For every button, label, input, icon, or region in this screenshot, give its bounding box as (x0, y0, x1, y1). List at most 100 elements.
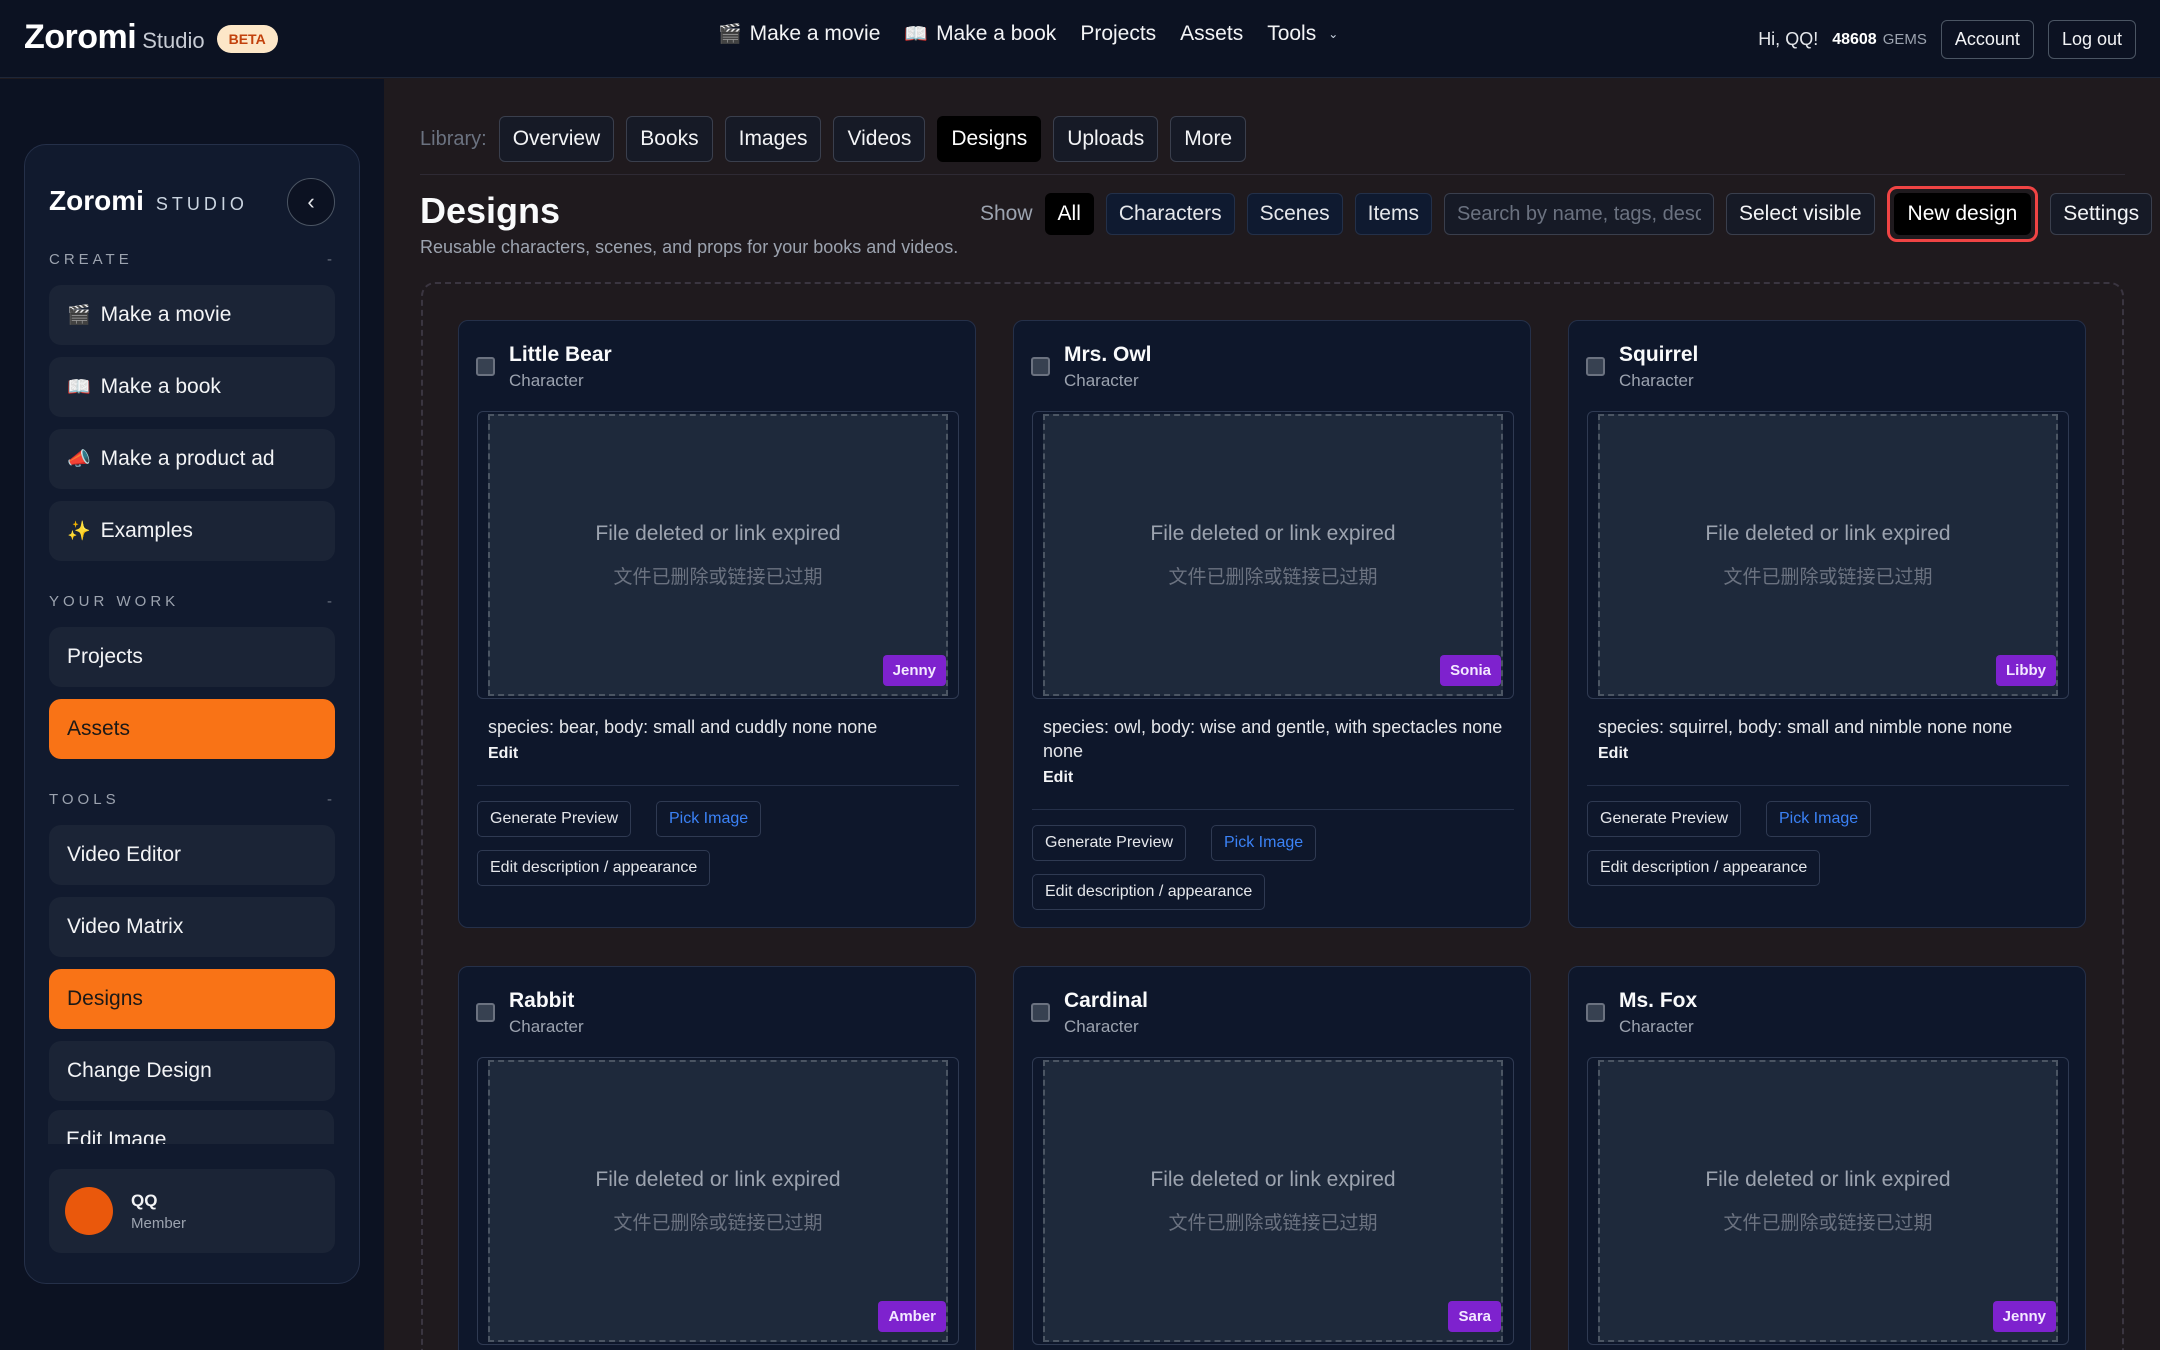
collapse-sidebar-button[interactable]: ‹ (287, 178, 335, 226)
nav-make-movie[interactable]: 🎬 Make a movie (718, 22, 880, 46)
voice-badge: Sara (1448, 1301, 1501, 1332)
filter-all[interactable]: All (1044, 193, 1094, 235)
design-card: Ms. Fox Character File deleted or link e… (1568, 966, 2086, 1350)
sidebar-item-projects[interactable]: Projects (49, 627, 335, 687)
design-type: Character (1619, 371, 1694, 390)
beta-badge: BETA (216, 25, 278, 53)
edit-description-button[interactable]: Edit description / appearance (477, 850, 711, 886)
select-checkbox[interactable] (476, 357, 495, 376)
preview-placeholder: File deleted or link expired 文件已删除或链接已过期 (1598, 414, 2058, 696)
generate-preview-button[interactable]: Generate Preview (477, 801, 632, 837)
tab-uploads[interactable]: Uploads (1053, 116, 1159, 162)
search-input[interactable] (1443, 193, 1714, 235)
nav-tools-label: Tools (1267, 22, 1317, 45)
pick-image-button[interactable]: Pick Image (1211, 825, 1317, 861)
filter-bar: Show All Characters Scenes Items Select … (980, 186, 2153, 242)
design-name: Little Bear (509, 343, 612, 366)
design-preview[interactable]: File deleted or link expired 文件已删除或链接已过期… (477, 1057, 959, 1345)
library-label: Library: (420, 127, 487, 150)
sidebar-item-change-design[interactable]: Change Design (49, 1041, 335, 1101)
account-button[interactable]: Account (1940, 20, 2034, 59)
edit-description-button[interactable]: Edit description / appearance (1587, 850, 1821, 886)
sidebar-item-make-product-ad[interactable]: 📣 Make a product ad (49, 429, 335, 489)
voice-badge: Sonia (1440, 655, 1501, 686)
chevron-left-icon: ‹ (307, 189, 315, 214)
sparkles-icon: ✨ (67, 521, 91, 542)
user-area: Hi, QQ! 48608 GEMS Account Log out (1758, 20, 2136, 59)
sidebar-item-make-movie[interactable]: 🎬 Make a movie (49, 285, 335, 345)
select-checkbox[interactable] (1586, 1003, 1605, 1022)
edit-link[interactable]: Edit (488, 745, 518, 763)
filter-items[interactable]: Items (1354, 193, 1432, 235)
user-name: QQ (131, 1191, 158, 1210)
voice-badge: Amber (878, 1301, 946, 1332)
design-name: Rabbit (509, 989, 575, 1012)
edit-link[interactable]: Edit (1598, 745, 1628, 763)
design-card: Cardinal Character File deleted or link … (1013, 966, 1531, 1350)
page-subtitle: Reusable characters, scenes, and props f… (420, 237, 959, 257)
nav-tools[interactable]: Tools ⌄ (1267, 22, 1338, 46)
design-preview[interactable]: File deleted or link expired 文件已删除或链接已过期… (1032, 411, 1514, 699)
sidebar-logo: Zoromi (49, 185, 144, 216)
brand[interactable]: Zoromi Studio BETA (24, 18, 278, 57)
design-preview[interactable]: File deleted or link expired 文件已删除或链接已过期… (1032, 1057, 1514, 1345)
design-description: species: bear, body: small and cuddly no… (488, 717, 878, 737)
design-preview[interactable]: File deleted or link expired 文件已删除或链接已过期… (477, 411, 959, 699)
select-visible-button[interactable]: Select visible (1725, 193, 1875, 235)
design-preview[interactable]: File deleted or link expired 文件已删除或链接已过期… (1587, 411, 2069, 699)
edit-description-button[interactable]: Edit description / appearance (1032, 874, 1266, 910)
brand-studio: Studio (142, 28, 205, 53)
sidebar-item-assets[interactable]: Assets (49, 699, 335, 759)
sidebar-item-video-editor[interactable]: Video Editor (49, 825, 335, 885)
nav-projects[interactable]: Projects (1080, 22, 1156, 46)
design-card: Squirrel Character File deleted or link … (1568, 320, 2086, 928)
preview-placeholder: File deleted or link expired 文件已删除或链接已过期 (1598, 1060, 2058, 1342)
pick-image-button[interactable]: Pick Image (656, 801, 762, 837)
section-tools: TOOLS (49, 791, 120, 808)
preview-error-zh: 文件已删除或链接已过期 (1723, 1213, 1933, 1234)
new-design-button[interactable]: New design (1893, 193, 2032, 235)
preview-error: File deleted or link expired (1150, 1168, 1396, 1191)
settings-button[interactable]: Settings (2050, 193, 2153, 235)
sidebar-item-edit-image[interactable]: Edit Image (48, 1110, 334, 1144)
sidebar-item-examples[interactable]: ✨ Examples (49, 501, 335, 561)
section-your-work-toggle[interactable]: - (327, 593, 332, 610)
user-card[interactable]: QQ Member (49, 1169, 335, 1253)
design-type: Character (1064, 1017, 1139, 1036)
sidebar-item-designs[interactable]: Designs (49, 969, 335, 1029)
tab-more[interactable]: More (1170, 116, 1247, 162)
edit-link[interactable]: Edit (1043, 769, 1073, 787)
sidebar-item-video-matrix[interactable]: Video Matrix (49, 897, 335, 957)
brand-logo: Zoromi (24, 18, 137, 56)
header-divider (420, 174, 2125, 175)
select-checkbox[interactable] (1031, 357, 1050, 376)
sidebar-item-label: Make a movie (100, 303, 232, 326)
nav-make-book[interactable]: 📖 Make a book (904, 22, 1056, 46)
nav-assets[interactable]: Assets (1180, 22, 1243, 46)
pick-image-button[interactable]: Pick Image (1766, 801, 1872, 837)
section-create-toggle[interactable]: - (327, 251, 332, 268)
sidebar-item-label: Examples (100, 519, 193, 542)
tab-images[interactable]: Images (724, 116, 822, 162)
select-checkbox[interactable] (476, 1003, 495, 1022)
preview-error: File deleted or link expired (1150, 522, 1396, 545)
preview-error-zh: 文件已删除或链接已过期 (1168, 1213, 1378, 1234)
select-checkbox[interactable] (1031, 1003, 1050, 1022)
preview-error-zh: 文件已删除或链接已过期 (613, 1213, 823, 1234)
logout-button[interactable]: Log out (2047, 20, 2136, 59)
tab-videos[interactable]: Videos (833, 116, 926, 162)
tab-designs[interactable]: Designs (937, 116, 1042, 162)
design-name: Mrs. Owl (1064, 343, 1152, 366)
generate-preview-button[interactable]: Generate Preview (1587, 801, 1742, 837)
filter-scenes[interactable]: Scenes (1246, 193, 1343, 235)
tab-books[interactable]: Books (626, 116, 713, 162)
design-preview[interactable]: File deleted or link expired 文件已删除或链接已过期… (1587, 1057, 2069, 1345)
select-checkbox[interactable] (1586, 357, 1605, 376)
sidebar-item-make-book[interactable]: 📖 Make a book (49, 357, 335, 417)
design-type: Character (509, 371, 584, 390)
section-tools-toggle[interactable]: - (327, 791, 332, 808)
sidebar-item-label: Make a book (100, 375, 221, 398)
filter-characters[interactable]: Characters (1105, 193, 1235, 235)
generate-preview-button[interactable]: Generate Preview (1032, 825, 1187, 861)
tab-overview[interactable]: Overview (498, 116, 615, 162)
